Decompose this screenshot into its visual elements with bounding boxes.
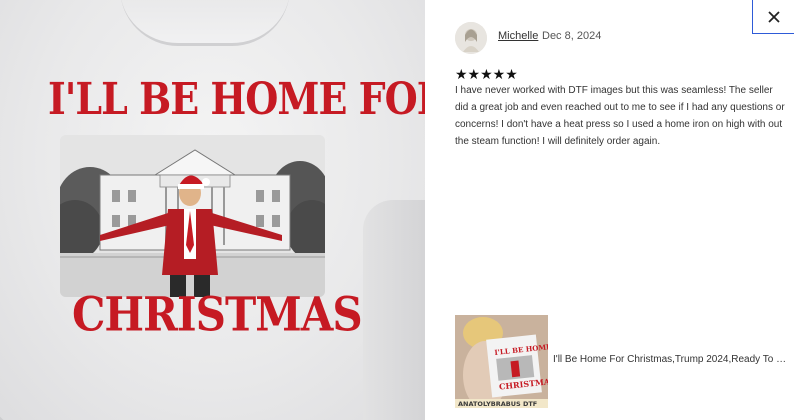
reviewer-avatar [455, 22, 487, 54]
close-icon [767, 10, 780, 23]
print-title-text: I'LL BE HOME FOR [48, 72, 425, 125]
print-illustration [60, 135, 325, 297]
review-photo: I'LL BE HOME FOR CHRISTMAS [0, 0, 425, 420]
close-button[interactable] [752, 0, 794, 34]
product-thumbnail-image: I'LL BE HOME FOR CHRISTMAS ANATOLYBRABUS… [455, 315, 548, 408]
sweater-sleeve [363, 200, 425, 420]
avatar-image [455, 22, 487, 54]
product-thumbnail[interactable]: I'LL BE HOME FOR CHRISTMAS ANATOLYBRABUS… [455, 315, 548, 408]
print-bottom-text: CHRISTMAS [72, 287, 363, 342]
reviewer-name-link[interactable]: Michelle [498, 30, 538, 42]
product-title-link[interactable]: I'll Be Home For Christmas,Trump 2024,Re… [553, 354, 789, 365]
review-date: Dec 8, 2024 [542, 30, 602, 42]
svg-text:ANATOLYBRABUS DTF: ANATOLYBRABUS DTF [458, 400, 537, 408]
review-text: I have never worked with DTF images but … [455, 85, 785, 147]
white-house-illustration [60, 135, 325, 297]
star-rating: ★★★★★ [455, 66, 518, 82]
